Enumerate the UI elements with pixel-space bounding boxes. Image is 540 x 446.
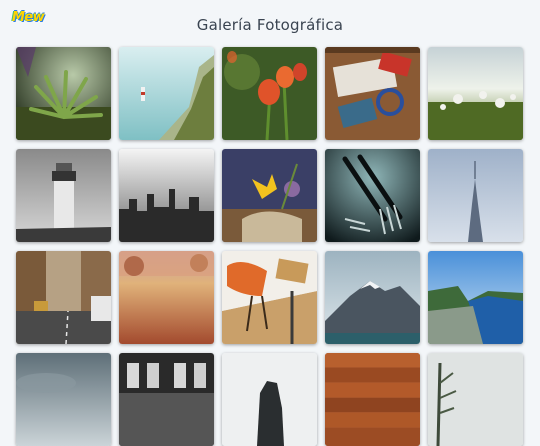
autumn-path-photo	[119, 251, 214, 344]
photo-mountain-lake[interactable]	[325, 251, 420, 344]
skyscraper-photo	[428, 149, 523, 242]
plant-photo	[16, 47, 111, 140]
bw-interior-photo	[119, 353, 214, 446]
photo-bw-lighthouse[interactable]	[16, 149, 111, 242]
forks-photo	[325, 149, 420, 242]
tree-photo	[428, 353, 523, 446]
photo-fjord[interactable]	[428, 251, 523, 344]
photo-bw-city[interactable]	[119, 149, 214, 242]
desk-flatlay-photo	[325, 47, 420, 140]
bw-city-skyline-photo	[119, 149, 214, 242]
photo-desk-flatlay[interactable]	[325, 47, 420, 140]
lighthouse-cliff-photo	[119, 47, 214, 140]
photo-skyscraper[interactable]	[428, 149, 523, 242]
photo-cloudy-sky[interactable]	[16, 353, 111, 446]
photo-bw-interior[interactable]	[119, 353, 214, 446]
photo-street[interactable]	[16, 251, 111, 344]
photo-tree[interactable]	[428, 353, 523, 446]
tulips-photo	[222, 47, 317, 140]
photo-forks[interactable]	[325, 149, 420, 242]
wood-texture-photo	[325, 353, 420, 446]
photo-flowers[interactable]	[222, 149, 317, 242]
photo-dandelion-field[interactable]	[428, 47, 523, 140]
photo-autumn-path[interactable]	[119, 251, 214, 344]
desk-chair-photo	[222, 251, 317, 344]
photo-rock[interactable]	[222, 353, 317, 446]
photo-grid	[16, 47, 523, 446]
photo-lighthouse-cliff[interactable]	[119, 47, 214, 140]
photo-desk-chair[interactable]	[222, 251, 317, 344]
photo-wood-texture[interactable]	[325, 353, 420, 446]
bw-lighthouse-photo	[16, 149, 111, 242]
flowers-photo	[222, 149, 317, 242]
page-title: Galería Fotográfica	[196, 16, 344, 34]
photo-plant[interactable]	[16, 47, 111, 140]
rock-photo	[222, 353, 317, 446]
photo-tulips[interactable]	[222, 47, 317, 140]
dandelion-field-photo	[428, 47, 523, 140]
fjord-photo	[428, 251, 523, 344]
mountain-lake-photo	[325, 251, 420, 344]
street-photo	[16, 251, 111, 344]
cloudy-sky-photo	[16, 353, 111, 446]
